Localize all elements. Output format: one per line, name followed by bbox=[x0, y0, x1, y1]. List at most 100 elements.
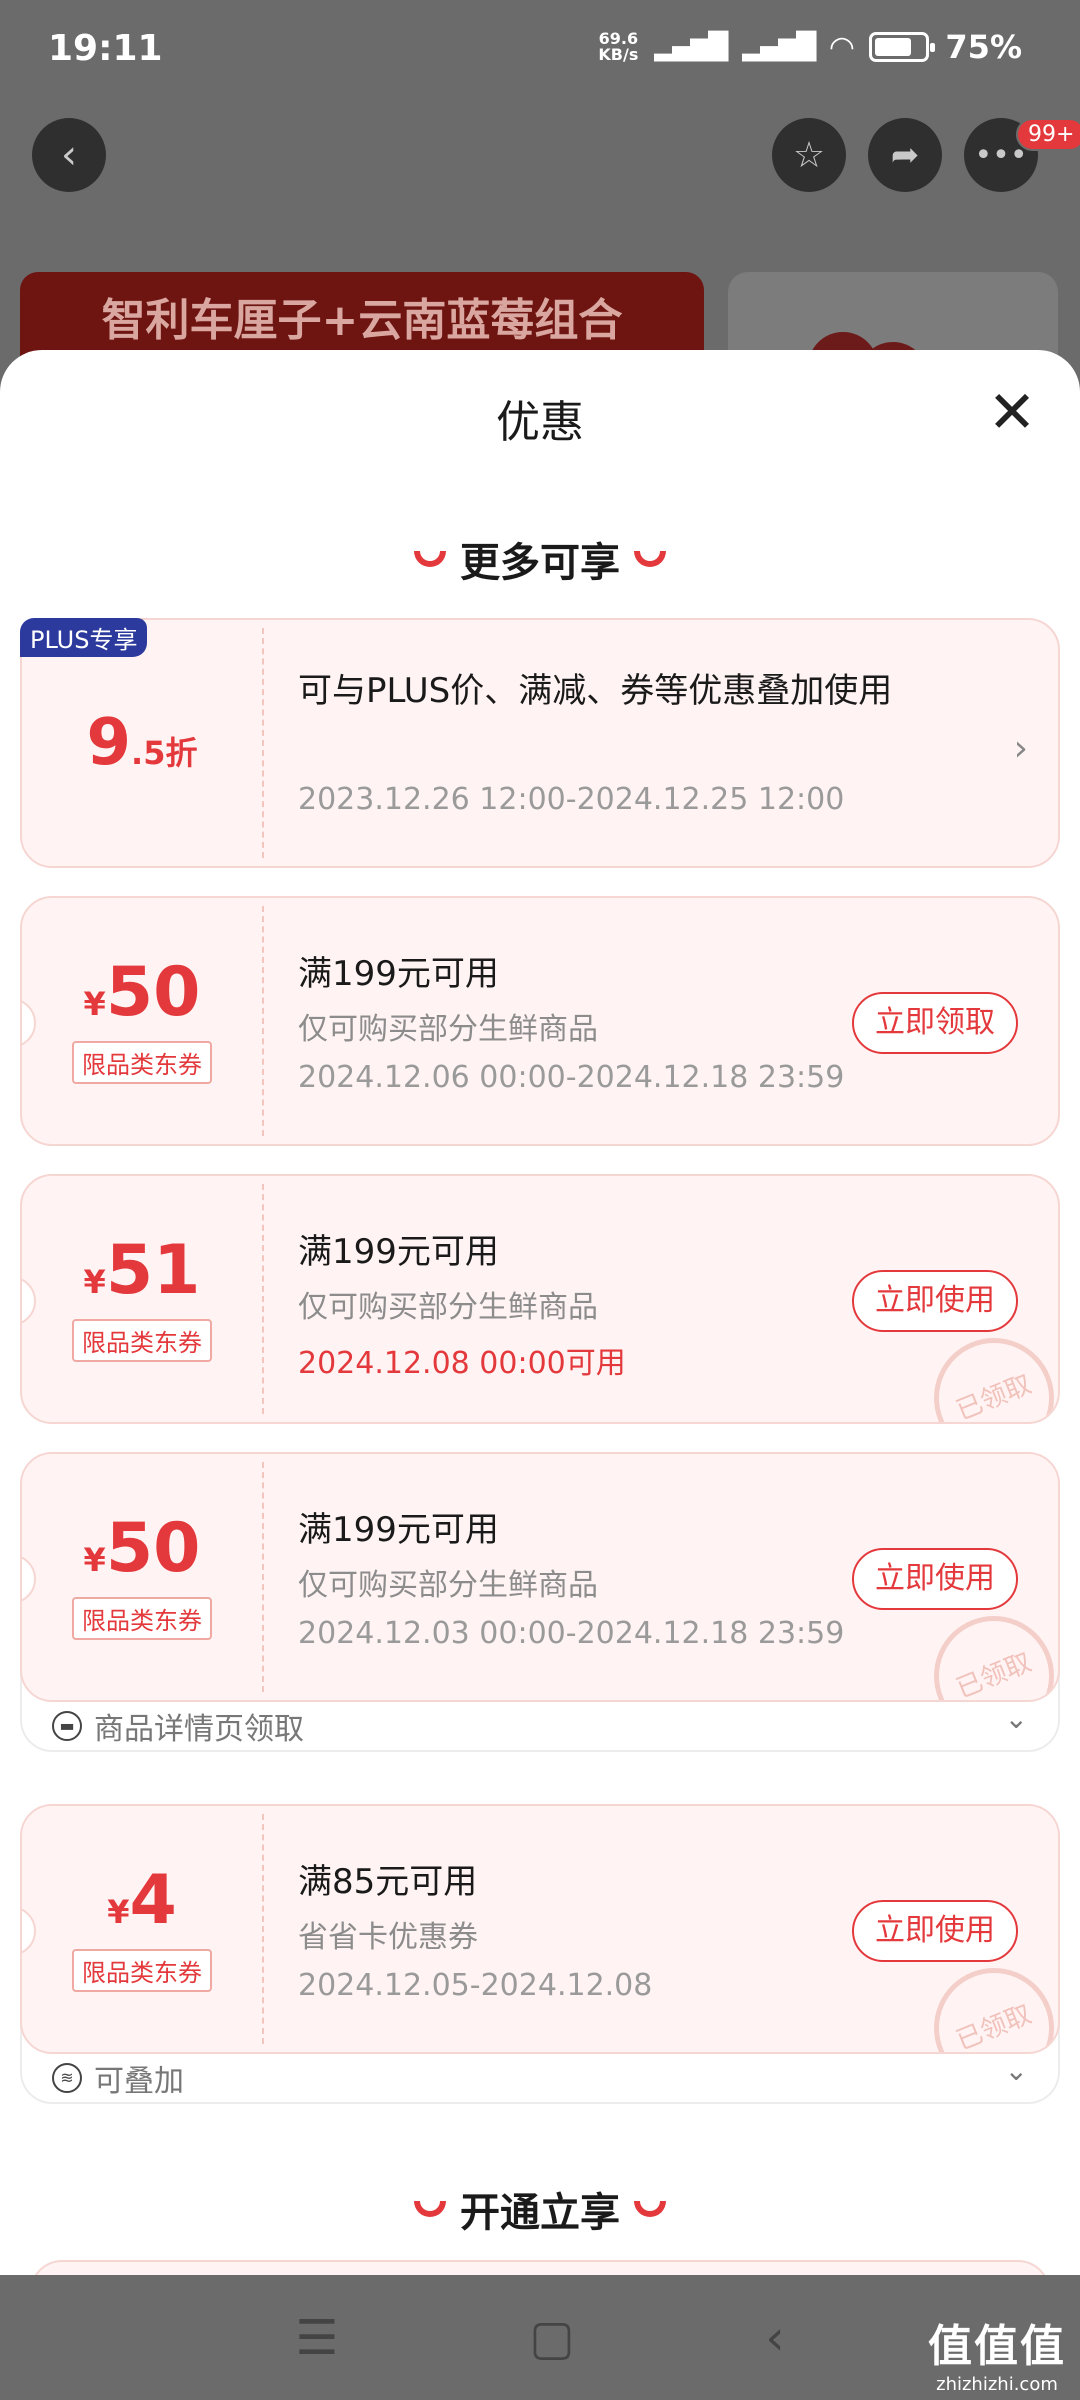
network-speed: 69.6 KB/s bbox=[598, 31, 638, 63]
amount-value: 51 bbox=[105, 1230, 201, 1310]
coupon-subtitle: 仅可购买部分生鲜商品 bbox=[298, 1012, 598, 1047]
amount-value: 4 bbox=[129, 1860, 177, 1940]
use-button[interactable]: 立即使用 bbox=[852, 1900, 1018, 1962]
coupon-date: 2023.12.26 12:00-2024.12.25 12:00 bbox=[298, 782, 845, 817]
section-title: 开通立享 bbox=[460, 2190, 620, 2236]
wifi-icon: ◠ bbox=[830, 29, 854, 65]
status-time: 19:11 bbox=[48, 28, 163, 69]
menu-icon[interactable]: ☰ bbox=[295, 2310, 338, 2366]
system-nav-bar: ☰ ▢ ‹ bbox=[0, 2275, 1080, 2400]
coupon-right: 满199元可用 仅可购买部分生鲜商品 2024.12.08 00:00可用 立即… bbox=[298, 1176, 1018, 1422]
close-button[interactable]: ✕ bbox=[980, 380, 1044, 444]
coupon-date: 2024.12.08 00:00可用 bbox=[298, 1346, 626, 1381]
back-button[interactable]: ‹ bbox=[32, 118, 106, 192]
footer-text: 可叠加 bbox=[94, 2064, 184, 2099]
coupon-amount: ¥50 bbox=[83, 958, 201, 1027]
status-bar: 19:11 69.6 KB/s ▂▄▆█ ▂▄▆█ ◠ 75% bbox=[0, 0, 1080, 100]
coupon-left: ¥51 限品类东券 bbox=[22, 1176, 262, 1422]
section-header-open: 开通立享 bbox=[0, 2180, 1080, 2238]
coupon-subtitle: 仅可购买部分生鲜商品 bbox=[298, 1568, 598, 1603]
coupon-divider bbox=[262, 906, 264, 1136]
discount-sheet: 优惠 ✕ 更多可享 PLUS专享 9.5折 可与PLUS价、满减、券等优惠叠加使… bbox=[0, 350, 1080, 2275]
coupon-right: 满85元可用 省省卡优惠券 2024.12.05-2024.12.08 立即使用 bbox=[298, 1806, 1018, 2052]
coupon-item: ¥50 限品类东券 满199元可用 仅可购买部分生鲜商品 2024.12.03 … bbox=[20, 1452, 1060, 1752]
star-icon: ☆ bbox=[792, 134, 826, 176]
coupon-card: ¥50 限品类东券 满199元可用 仅可购买部分生鲜商品 2024.12.03 … bbox=[20, 1452, 1060, 1702]
battery-icon bbox=[869, 32, 936, 62]
smile-icon bbox=[414, 2201, 446, 2217]
coupon-divider bbox=[262, 1814, 264, 2044]
footer-text: 商品详情页领取 bbox=[94, 1712, 304, 1747]
section-title: 更多可享 bbox=[460, 540, 620, 586]
currency-symbol: ¥ bbox=[83, 984, 106, 1023]
currency-symbol: ¥ bbox=[107, 1892, 130, 1931]
coupon-tag: 限品类东券 bbox=[72, 1596, 212, 1640]
back-icon[interactable]: ‹ bbox=[765, 2310, 784, 2366]
status-icons: 69.6 KB/s ▂▄▆█ ▂▄▆█ ◠ 75% bbox=[598, 28, 1022, 66]
chevron-left-icon: ‹ bbox=[61, 132, 77, 178]
coupon-amount: ¥51 bbox=[83, 1236, 201, 1305]
watermark-url: zhizhizhi.com bbox=[936, 2374, 1058, 2395]
smile-icon bbox=[634, 551, 666, 567]
coupon-divider bbox=[262, 628, 264, 858]
smile-icon bbox=[634, 2201, 666, 2217]
coupon-card-partial bbox=[30, 2260, 1050, 2275]
coupon-title: 满199元可用 bbox=[298, 954, 499, 994]
discount-value: 9.5折 bbox=[87, 706, 198, 780]
coupon-divider bbox=[262, 1184, 264, 1414]
currency-symbol: ¥ bbox=[83, 1262, 106, 1301]
coupon-amount: ¥50 bbox=[84, 1514, 201, 1583]
plus-badge: PLUS专享 bbox=[20, 618, 148, 657]
coupon-amount: ¥4 bbox=[107, 1866, 177, 1935]
coupon-right: 满199元可用 仅可购买部分生鲜商品 2024.12.03 00:00-2024… bbox=[298, 1454, 1018, 1700]
coupon-card: ¥50 限品类东券 满199元可用 仅可购买部分生鲜商品 2024.12.06 … bbox=[20, 896, 1060, 1146]
signal-icon: ▂▄▆█ bbox=[654, 32, 728, 62]
use-button[interactable]: 立即使用 bbox=[852, 1270, 1018, 1332]
coupon-date: 2024.12.06 00:00-2024.12.18 23:59 bbox=[298, 1060, 845, 1095]
smile-icon bbox=[414, 551, 446, 567]
coupon-card: 9.5折 可与PLUS价、满减、券等优惠叠加使用 2023.12.26 12:0… bbox=[20, 618, 1060, 868]
coupon-item: ¥51 限品类东券 满199元可用 仅可购买部分生鲜商品 2024.12.08 … bbox=[20, 1174, 1060, 1424]
coupon-left: ¥50 限品类东券 bbox=[22, 1454, 262, 1700]
plus-coupon[interactable]: PLUS专享 9.5折 可与PLUS价、满减、券等优惠叠加使用 2023.12.… bbox=[20, 618, 1060, 868]
signal-icon-2: ▂▄▆█ bbox=[742, 32, 816, 62]
watermark-logo: 值值值 bbox=[928, 2321, 1066, 2372]
coupon-subtitle: 省省卡优惠券 bbox=[298, 1920, 478, 1955]
stack-icon: ≋ bbox=[52, 2063, 82, 2093]
coupon-right: 可与PLUS价、满减、券等优惠叠加使用 2023.12.26 12:00-202… bbox=[298, 620, 1018, 866]
coupon-tag: 限品类东券 bbox=[72, 1040, 212, 1084]
coupon-card: ¥4 限品类东券 满85元可用 省省卡优惠券 2024.12.05-2024.1… bbox=[20, 1804, 1060, 2054]
chevron-right-icon: › bbox=[1013, 728, 1028, 769]
coupon-left: ¥4 限品类东券 bbox=[22, 1806, 262, 2052]
network-speed-unit: KB/s bbox=[598, 45, 639, 64]
watermark: 值值值 zhizhizhi.com bbox=[928, 2310, 1066, 2395]
amount-value: 50 bbox=[105, 1508, 201, 1588]
favorite-button[interactable]: ☆ bbox=[772, 118, 846, 192]
amount-value: 50 bbox=[105, 952, 201, 1032]
coupon-subtitle: 仅可购买部分生鲜商品 bbox=[298, 1290, 598, 1325]
home-icon[interactable]: ▢ bbox=[529, 2310, 574, 2366]
discount-dec: .5折 bbox=[131, 734, 198, 772]
claim-button[interactable]: 立即领取 bbox=[852, 992, 1018, 1054]
share-icon: ➦ bbox=[890, 135, 920, 175]
coupon-item: ¥50 限品类东券 满199元可用 仅可购买部分生鲜商品 2024.12.06 … bbox=[20, 896, 1060, 1146]
ticket-icon: ▬ bbox=[52, 1711, 82, 1741]
coupon-left: ¥50 限品类东券 bbox=[22, 898, 262, 1144]
chevron-down-icon: ⌄ bbox=[1004, 1702, 1028, 1735]
discount-int: 9 bbox=[86, 706, 132, 780]
coupon-date: 2024.12.03 00:00-2024.12.18 23:59 bbox=[298, 1616, 845, 1651]
coupon-title: 满199元可用 bbox=[298, 1510, 499, 1550]
plus-description: 可与PLUS价、满减、券等优惠叠加使用 bbox=[298, 671, 893, 711]
battery-level bbox=[875, 38, 912, 56]
coupon-tag: 限品类东券 bbox=[72, 1318, 212, 1362]
use-button[interactable]: 立即使用 bbox=[852, 1548, 1018, 1610]
coupon-card: ¥51 限品类东券 满199元可用 仅可购买部分生鲜商品 2024.12.08 … bbox=[20, 1174, 1060, 1424]
share-button[interactable]: ➦ bbox=[868, 118, 942, 192]
coupon-title: 满85元可用 bbox=[298, 1862, 478, 1902]
coupon-right: 满199元可用 仅可购买部分生鲜商品 2024.12.06 00:00-2024… bbox=[298, 898, 1018, 1144]
sheet-title: 优惠 bbox=[496, 397, 584, 448]
chevron-down-icon: ⌄ bbox=[1004, 2054, 1028, 2087]
coupon-item: ¥4 限品类东券 满85元可用 省省卡优惠券 2024.12.05-2024.1… bbox=[20, 1804, 1060, 2104]
coupon-date: 2024.12.05-2024.12.08 bbox=[298, 1968, 653, 2003]
coupon-title: 满199元可用 bbox=[298, 1232, 499, 1272]
